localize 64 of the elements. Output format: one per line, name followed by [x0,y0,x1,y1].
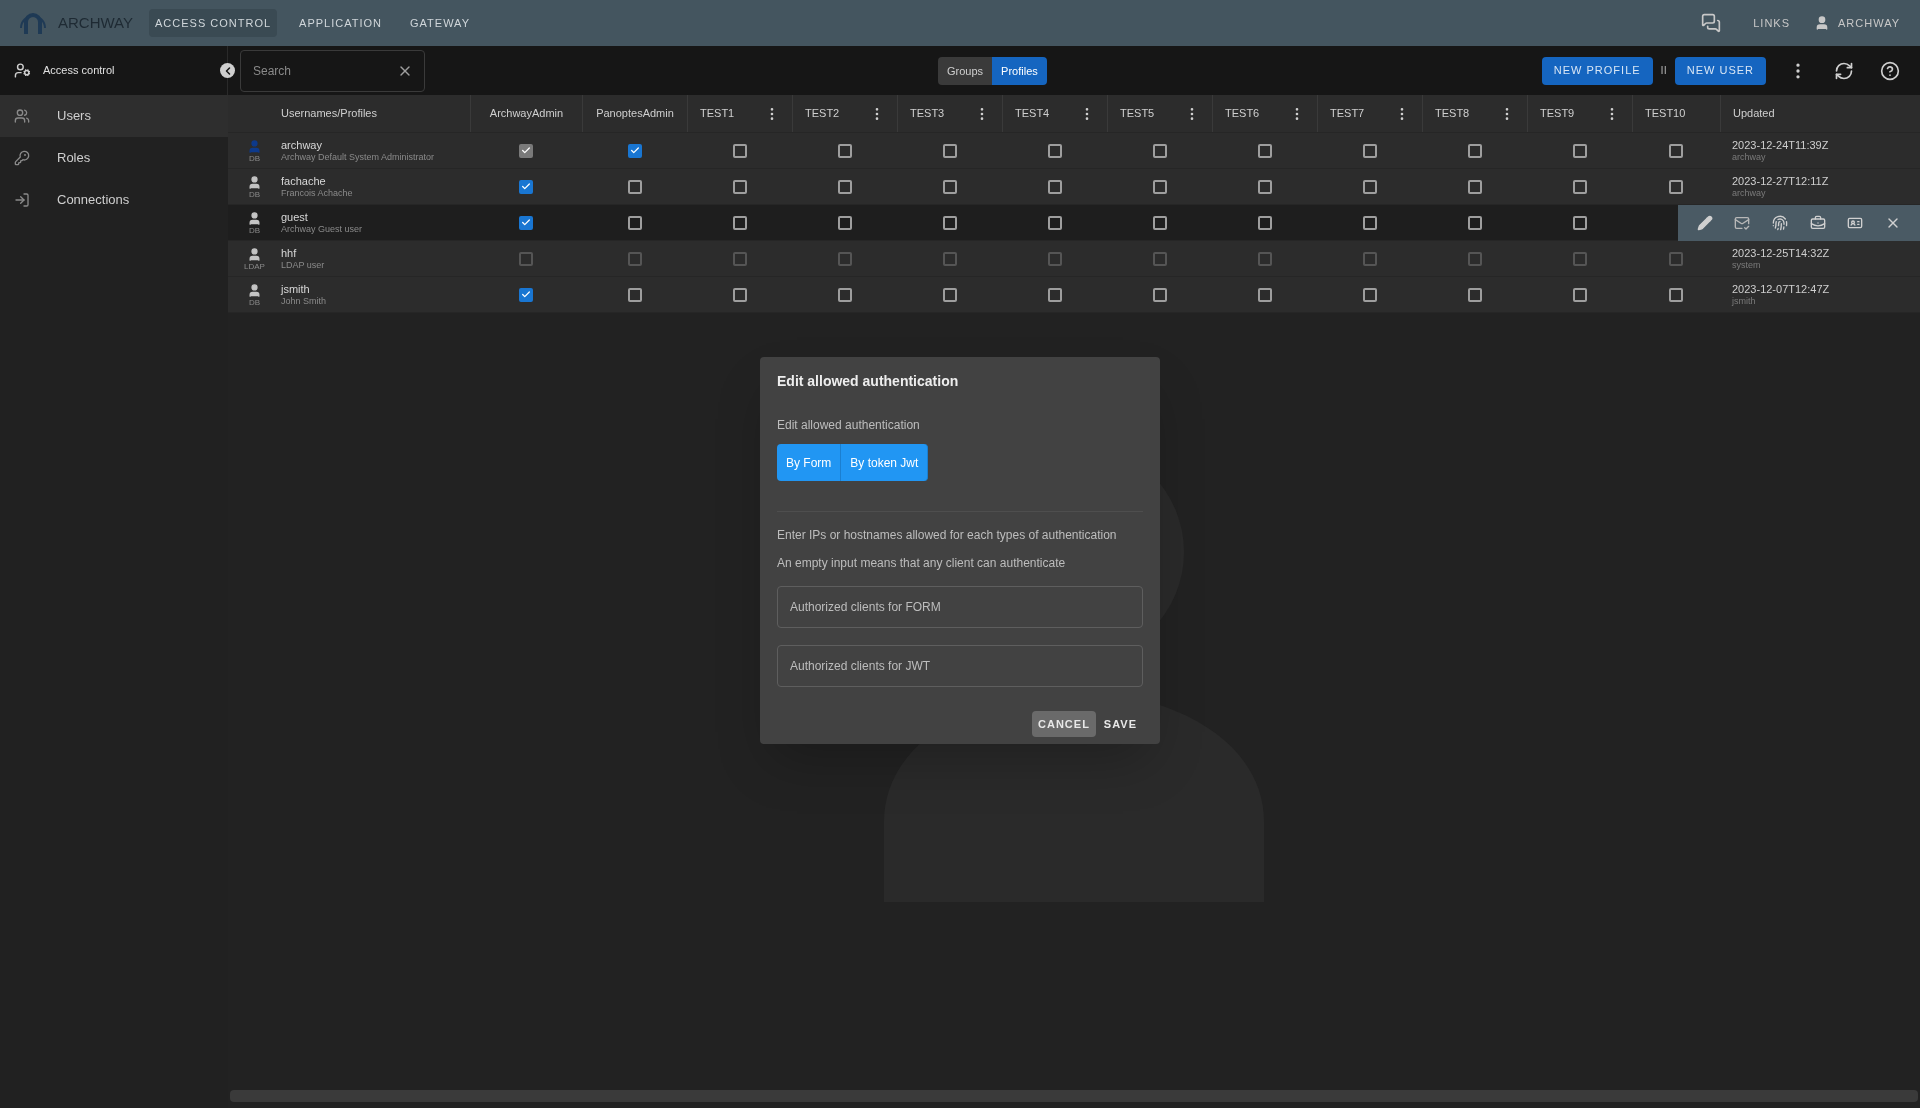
source-label: DB [248,189,261,199]
updated-by: system [1732,258,1762,271]
separator-mark: II [1660,63,1667,79]
source-label: DB [248,225,261,235]
column-header: TEST3 [910,106,946,122]
updated-by: archway [1732,186,1767,199]
column-header: TEST10 [1645,106,1686,122]
updated-by: jsmith [1732,294,1757,307]
source-label: DB [248,153,261,163]
user-description: John Smith [281,295,328,307]
sidebar-item[interactable]: Users [0,95,228,137]
username: fachache [281,174,327,187]
cancel-button[interactable]: CANCEL [1032,711,1096,737]
user-description: Archway Default System Administrator [281,151,436,163]
updated-by: archway [1732,150,1767,163]
clients-input-field[interactable]: Authorized clients for FORM [777,586,1143,628]
user-description: LDAP user [281,258,326,271]
column-header: TEST5 [1120,106,1156,122]
help-text: An empty input means that any client can authenticate [777,555,1067,572]
user-description: Archway Guest user [281,223,364,235]
user-description: Francois Achache [281,186,354,199]
column-header: Usernames/Profiles [281,106,378,122]
help-text: Enter IPs or hostnames allowed for each types of authentication [777,527,1118,544]
column-header: TEST6 [1225,106,1261,122]
column-header: TEST9 [1540,106,1576,122]
sidebar-item[interactable]: Roles [0,137,228,179]
nav-tab[interactable]: GATEWAY [404,9,476,37]
nav-tab[interactable]: ACCESS CONTROL [149,9,278,37]
column-header: TEST1 [700,106,736,122]
column-header: TEST4 [1015,106,1051,122]
column-header: Updated [1733,106,1775,122]
search-field[interactable]: Search [240,49,425,92]
new-profile-button[interactable]: NEW PROFILE [1541,56,1653,85]
table-row[interactable]: DB guest Archway Guest user [228,205,1920,241]
new-user-button[interactable]: NEW USER [1674,56,1766,85]
column-header: TEST7 [1330,106,1366,122]
source-label: LDAP [244,261,265,271]
nav-tab[interactable]: APPLICATION [293,9,388,37]
view-toggle[interactable]: Groups [938,57,993,85]
username: jsmith [281,282,311,295]
column-header: PanoptesAdmin [596,106,674,122]
updated-date: 2023-12-24T11:39Z [1732,138,1830,151]
sidebar-item[interactable]: Connections [0,179,228,221]
updated-date: 2023-12-25T14:32Z [1732,246,1831,259]
updated-date: 2023-12-07T12:47Z [1732,282,1831,295]
clients-input-field[interactable]: Authorized clients for JWT [777,645,1143,687]
column-header: TEST8 [1435,106,1471,122]
source-label: DB [248,297,261,307]
section-title: Access control [43,63,115,79]
links-button[interactable]: LINKS [1753,14,1790,32]
save-button[interactable]: SAVE [1097,711,1143,737]
username: archway [281,138,323,151]
dialog-title: Edit allowed authentication [777,372,960,391]
user-menu-button[interactable]: ARCHWAY [1838,14,1900,32]
column-header: ArchwayAdmin [489,106,564,122]
dialog-subtitle: Edit allowed authentication [777,417,921,434]
table-row[interactable]: DB jsmith John Smith 2023-12-07T12:47Z jsmith [228,277,1920,313]
updated-date: 2023-12-27T12:11Z [1732,174,1830,187]
username: hhf [281,246,298,259]
column-header: TEST2 [805,106,841,122]
table-row[interactable]: DB fachache Francois Achache 2023-12-27T12:11Z archway [228,169,1920,205]
table-row[interactable]: DB archway Archway Default System Administrator 2023-12-24T11:39Z archway [228,133,1920,169]
view-toggle[interactable]: Profiles [992,57,1047,85]
username: guest [281,210,309,223]
